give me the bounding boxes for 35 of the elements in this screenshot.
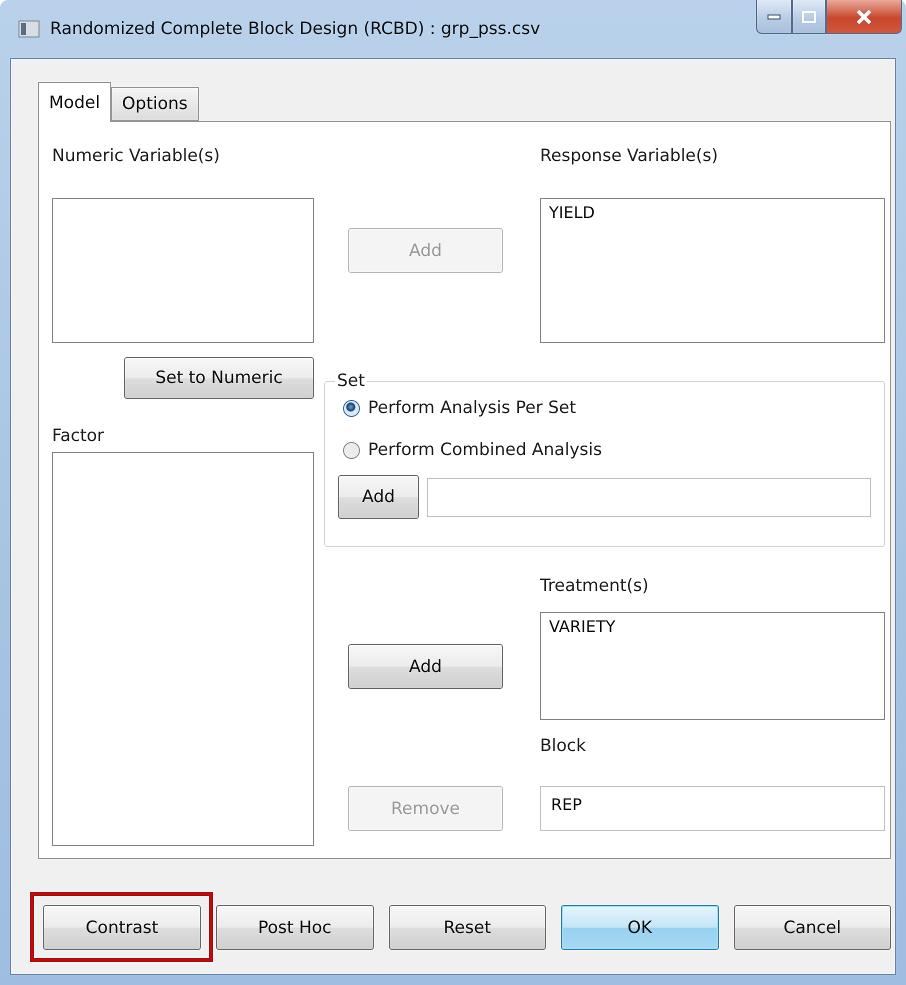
tab[interactable]: Options (111, 87, 199, 121)
dialog-button[interactable]: Post Hoc (216, 905, 374, 950)
radio-button[interactable] (343, 400, 360, 416)
treatment-list[interactable]: VARIETY (540, 612, 885, 720)
window-title: Randomized Complete Block Design (RCBD) : grp_pss.csv (50, 19, 542, 39)
list-item[interactable]: VARIETY (549, 617, 876, 636)
field-label: Response Variable(s) (540, 146, 720, 166)
radio-button[interactable] (343, 442, 360, 458)
close-button[interactable] (826, 0, 902, 34)
response-variables-list[interactable]: YIELD (540, 198, 885, 343)
tab[interactable]: Model (38, 82, 112, 122)
dialog-button[interactable]: Cancel (734, 905, 891, 950)
radio-label: Perform Analysis Per Set (368, 398, 576, 418)
field-label: Numeric Variable(s) (52, 146, 221, 166)
add-button[interactable]: Add (338, 475, 419, 519)
maximize-icon (802, 10, 816, 22)
set-input-field[interactable] (427, 478, 871, 516)
dialog-button[interactable]: Reset (388, 905, 546, 950)
minimize-button[interactable] (756, 0, 792, 34)
block-field[interactable]: REP (540, 786, 885, 831)
list-item[interactable]: YIELD (549, 203, 876, 222)
numeric-variables-list[interactable] (52, 198, 314, 343)
maximize-button[interactable] (792, 0, 826, 34)
set-to-numeric-button[interactable]: Set to Numeric (124, 357, 314, 399)
window-icon (18, 20, 40, 38)
dialog-button[interactable]: Contrast (43, 905, 201, 950)
group-title: Set (336, 371, 366, 391)
radio-label: Perform Combined Analysis (368, 440, 602, 460)
field-label: Treatment(s) (540, 576, 650, 596)
add-button[interactable]: Add (348, 644, 503, 689)
field-label: Factor (52, 426, 106, 446)
close-icon (855, 8, 873, 24)
dialog-button[interactable]: OK (561, 905, 718, 950)
field-label: Block (540, 736, 587, 756)
minimize-icon (767, 14, 781, 20)
